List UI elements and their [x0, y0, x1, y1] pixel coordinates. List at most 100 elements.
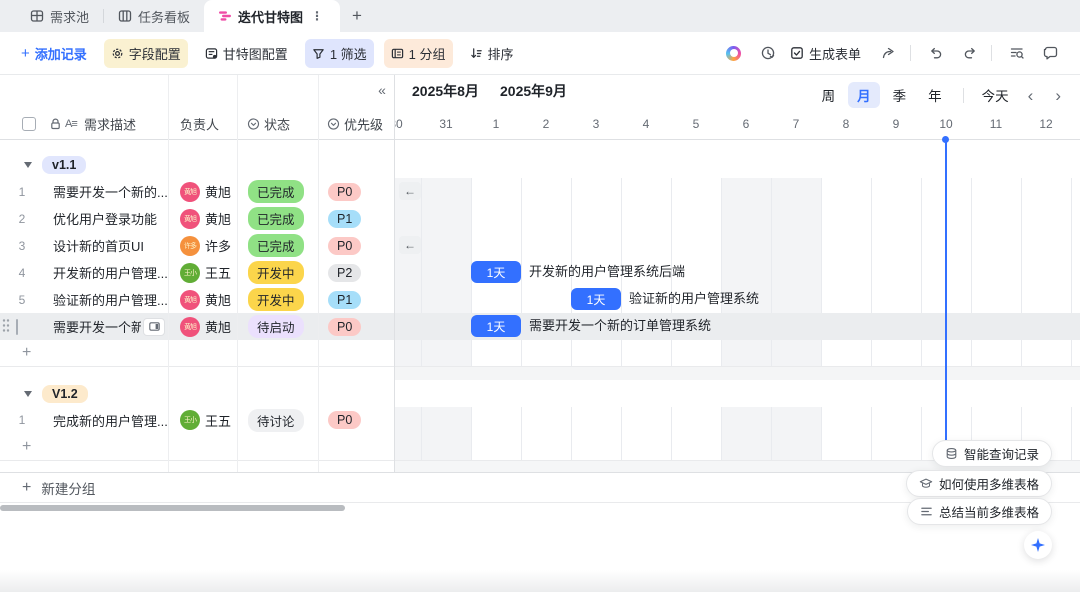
add-view-button[interactable]: +	[340, 6, 374, 32]
chevron-left-icon[interactable]: ‹	[1019, 87, 1043, 104]
row-number-cell: 5	[0, 293, 44, 307]
status-cell[interactable]: 开发中	[237, 288, 318, 311]
column-header-priority[interactable]: 优先级	[344, 114, 383, 133]
record-history-button[interactable]	[753, 39, 783, 67]
priority-cell[interactable]: P2	[318, 264, 395, 282]
gantt-bar[interactable]: 1天	[571, 288, 621, 310]
select-all-checkbox[interactable]	[22, 117, 36, 131]
owner-name: 王五	[205, 263, 231, 282]
add-record-button[interactable]: + 添加记录	[14, 39, 94, 68]
redo-button[interactable]	[955, 39, 985, 67]
owner-cell[interactable]: 黄旭黄旭	[168, 290, 237, 310]
today-button[interactable]: 今天	[976, 82, 1015, 108]
expand-record-button[interactable]	[143, 318, 165, 336]
owner-avatar: 王小	[180, 410, 200, 430]
owner-cell[interactable]: 王小王五	[168, 410, 237, 430]
day-label: 10	[939, 117, 952, 131]
generate-form-button[interactable]: 生成表单	[783, 39, 868, 68]
owner-cell[interactable]: 黄旭黄旭	[168, 317, 237, 337]
priority-cell[interactable]: P0	[318, 318, 395, 336]
column-header-status[interactable]: 状态	[264, 114, 290, 133]
search-records-button[interactable]	[1002, 39, 1032, 67]
view-toolbar: + 添加记录 字段配置 甘特图配置 1 筛选 1 分组	[0, 32, 1080, 75]
status-cell[interactable]: 待讨论	[237, 409, 318, 432]
requirement-desc-cell[interactable]: 验证新的用户管理...	[44, 290, 168, 309]
chevron-right-icon[interactable]: ›	[1046, 87, 1070, 104]
field-config-button[interactable]: 字段配置	[104, 39, 188, 68]
sort-button[interactable]: 排序	[463, 39, 521, 68]
column-header-owner[interactable]: 负责人	[180, 114, 219, 133]
view-mode-quarter[interactable]: 季	[884, 82, 916, 108]
group-button[interactable]: 1 分组	[384, 39, 453, 68]
tab-label: 需求池	[50, 7, 89, 26]
collapse-triangle-icon[interactable]	[24, 162, 32, 168]
priority-cell[interactable]: P1	[318, 210, 395, 228]
view-tabbar: 需求池 任务看板 迭代甘特图 ⋮ +	[0, 0, 1080, 32]
table-row[interactable]: 1完成新的用户管理...王小王五待讨论P0	[0, 407, 395, 433]
group-header-row[interactable]: V1.2	[0, 380, 395, 407]
add-record-row[interactable]: +	[0, 340, 395, 366]
group-header-row[interactable]: v1.1	[0, 152, 395, 178]
requirement-desc: 优化用户登录功能	[53, 209, 157, 228]
ai-assistant-fab[interactable]	[1024, 531, 1052, 559]
requirement-desc-cell[interactable]: 需要开发一个新的订单管理系统	[44, 317, 168, 336]
status-badge: 待启动	[248, 315, 304, 338]
requirement-desc-cell[interactable]: 需要开发一个新的...	[44, 182, 168, 201]
column-header-desc[interactable]: 需求描述	[84, 114, 136, 133]
tab-iteration-gantt[interactable]: 迭代甘特图 ⋮	[204, 0, 340, 32]
scroll-to-bar-left-button[interactable]: ←	[399, 236, 421, 254]
ai-gradient-icon	[726, 46, 741, 61]
filter-button[interactable]: 1 筛选	[305, 39, 374, 68]
requirement-desc-cell[interactable]: 开发新的用户管理...	[44, 263, 168, 282]
priority-badge: P1	[328, 210, 361, 228]
status-cell[interactable]: 已完成	[237, 207, 318, 230]
undo-button[interactable]	[921, 39, 951, 67]
add-record-row[interactable]: +	[0, 433, 395, 460]
share-button[interactable]	[874, 39, 904, 67]
requirement-desc-cell[interactable]: 设计新的首页UI	[44, 236, 168, 255]
gantt-bar[interactable]: 1天	[471, 315, 521, 337]
assistant-chip-how-to-use[interactable]: 如何使用多维表格	[906, 470, 1052, 497]
table-row[interactable]: 4开发新的用户管理...王小王五开发中P2	[0, 259, 395, 286]
table-row[interactable]: 5验证新的用户管理...黄旭黄旭开发中P1	[0, 286, 395, 313]
view-mode-month[interactable]: 月	[848, 82, 880, 108]
tab-task-board[interactable]: 任务看板	[104, 0, 204, 32]
horizontal-scrollbar[interactable]	[0, 505, 345, 511]
table-row[interactable]: 3设计新的首页UI许多许多已完成P0	[0, 232, 395, 259]
drag-handle-icon[interactable]	[2, 318, 10, 335]
table-row[interactable]: 需要开发一个新的订单管理系统黄旭黄旭待启动 P0	[0, 313, 395, 340]
status-cell[interactable]: 已完成	[237, 234, 318, 257]
priority-cell[interactable]: P1	[318, 291, 395, 309]
gantt-bar[interactable]: 1天	[471, 261, 521, 283]
gantt-view-content: 2025年8月 2025年9月 3031123456789101112 周 月 …	[0, 75, 1080, 592]
collapse-table-icon[interactable]: «	[372, 80, 392, 100]
owner-cell[interactable]: 黄旭黄旭	[168, 182, 237, 202]
priority-cell[interactable]: P0	[318, 411, 395, 429]
owner-cell[interactable]: 黄旭黄旭	[168, 209, 237, 229]
assistant-chip-summarize[interactable]: 总结当前多维表格	[907, 498, 1052, 525]
view-mode-week[interactable]: 周	[813, 82, 845, 108]
scroll-to-bar-left-button[interactable]: ←	[399, 182, 421, 200]
collapse-triangle-icon[interactable]	[24, 391, 32, 397]
priority-cell[interactable]: P0	[318, 183, 395, 201]
gantt-config-button[interactable]: 甘特图配置	[198, 39, 295, 68]
status-cell[interactable]: 待启动	[237, 315, 318, 338]
table-row[interactable]: 1需要开发一个新的...黄旭黄旭已完成P0	[0, 178, 395, 205]
status-cell[interactable]: 开发中	[237, 261, 318, 284]
tab-menu-icon[interactable]: ⋮	[309, 9, 326, 23]
owner-cell[interactable]: 许多许多	[168, 236, 237, 256]
ai-magic-button[interactable]	[719, 39, 749, 67]
requirement-desc-cell[interactable]: 完成新的用户管理...	[44, 411, 168, 430]
comment-button[interactable]	[1036, 39, 1066, 67]
view-mode-year[interactable]: 年	[919, 82, 951, 108]
assistant-chip-query-records[interactable]: 智能查询记录	[932, 440, 1052, 467]
row-checkbox[interactable]	[16, 320, 18, 334]
gantt-grid: ←←1天开发新的用户管理系统后端1天验证新的用户管理系统1天需要开发一个新的订单…	[395, 140, 1080, 472]
requirement-desc-cell[interactable]: 优化用户登录功能	[44, 209, 168, 228]
priority-cell[interactable]: P0	[318, 237, 395, 255]
status-cell[interactable]: 已完成	[237, 180, 318, 203]
owner-cell[interactable]: 王小王五	[168, 263, 237, 283]
table-row[interactable]: 2优化用户登录功能黄旭黄旭已完成P1	[0, 205, 395, 232]
gear-icon	[111, 47, 124, 60]
tab-requirement-pool[interactable]: 需求池	[16, 0, 103, 32]
